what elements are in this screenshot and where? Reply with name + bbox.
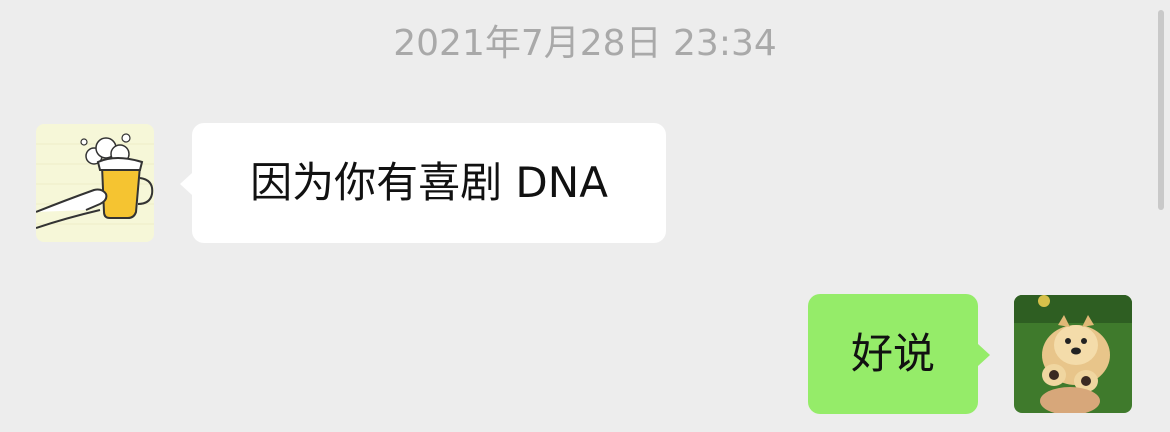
bubble-tail: [978, 344, 990, 366]
incoming-message-text: 因为你有喜剧 DNA: [250, 158, 608, 207]
message-timestamp: 2021年7月28日 23:34: [393, 23, 777, 64]
incoming-message-bubble[interactable]: 因为你有喜剧 DNA: [180, 123, 666, 243]
chat-scrollbar[interactable]: [1158, 10, 1164, 210]
bubble-tail: [180, 173, 192, 195]
chow-chow-dog-avatar-icon[interactable]: [1014, 295, 1132, 413]
outgoing-message-bubble[interactable]: 好说: [808, 294, 990, 414]
beer-mug-avatar-art: [36, 124, 154, 242]
outgoing-message-text: 好说: [850, 329, 935, 378]
dog-avatar-art: [1014, 295, 1132, 413]
beer-mug-avatar-icon[interactable]: [36, 124, 154, 242]
